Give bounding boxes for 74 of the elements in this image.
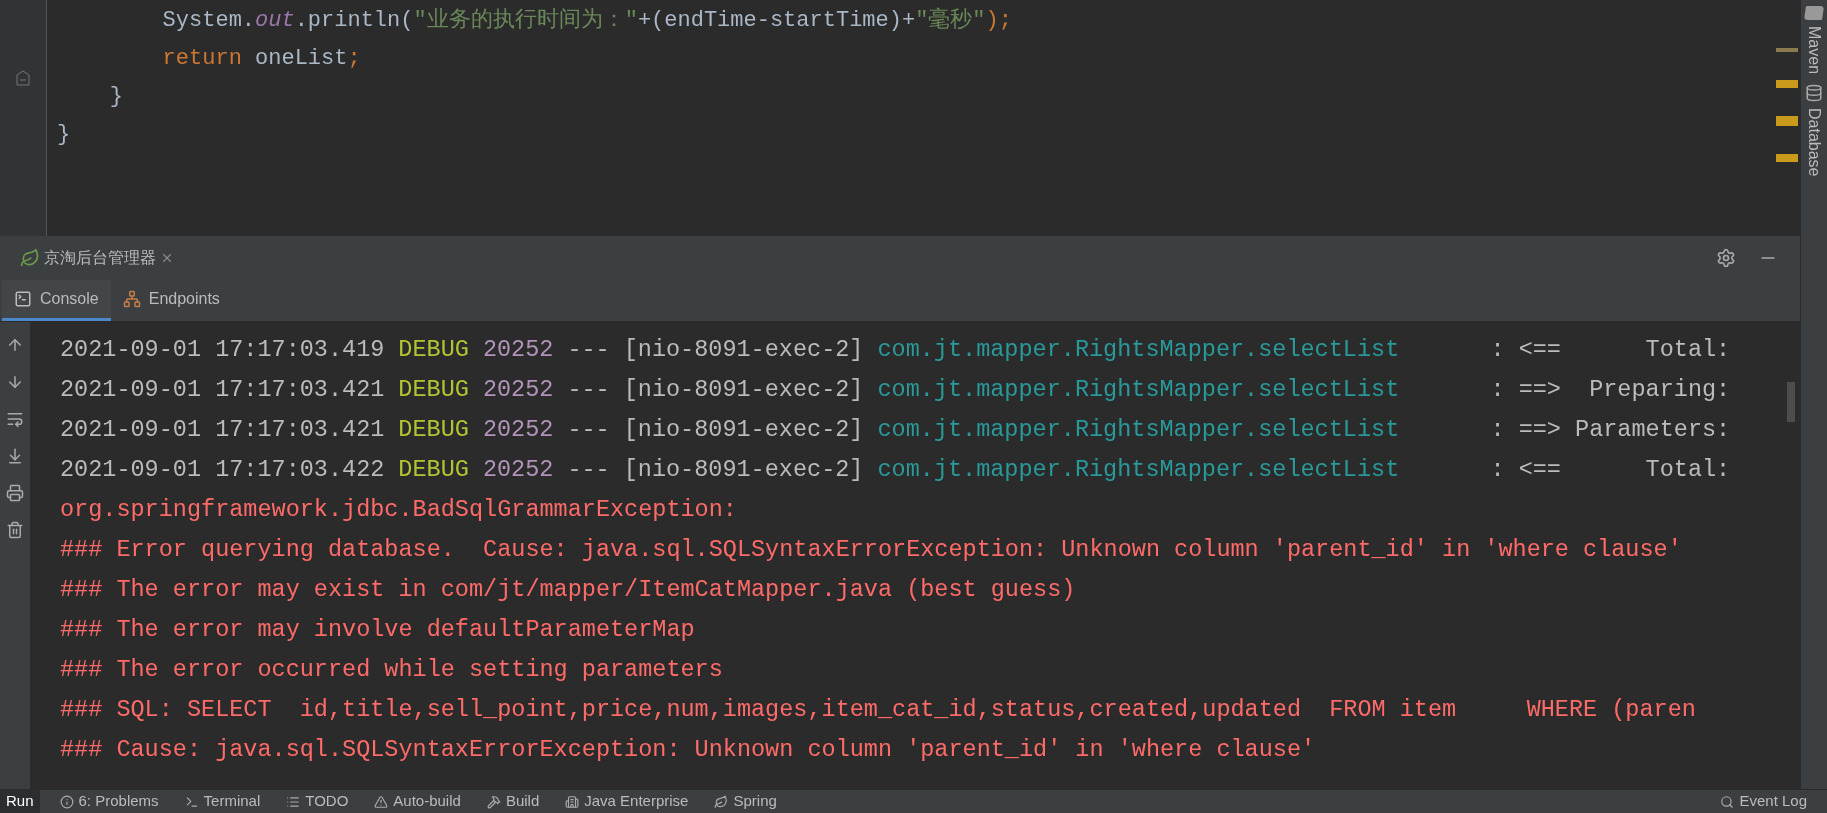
- log-logger: com.jt.mapper.RightsMapper.selectList: [877, 415, 1401, 445]
- tool-window-tab[interactable]: Auto-build: [368, 790, 467, 813]
- log-thread: [nio-8091-exec-2]: [623, 375, 864, 405]
- soft-wrap-icon[interactable]: [6, 410, 24, 428]
- log-logger: com.jt.mapper.RightsMapper.selectList: [877, 455, 1401, 485]
- log-separator: ---: [567, 415, 610, 445]
- tool-window-tab[interactable]: Run: [0, 790, 40, 813]
- console-tab[interactable]: Endpoints: [110, 280, 232, 321]
- scrollbar-thumb[interactable]: [1787, 382, 1795, 422]
- code-line: }: [57, 121, 71, 149]
- tool-window-tab[interactable]: Java Enterprise: [559, 790, 695, 813]
- log-timestamp: 2021-09-01 17:17:03.422: [60, 455, 385, 485]
- database-icon: [1805, 84, 1823, 103]
- log-separator: ---: [567, 375, 610, 405]
- fold-marker-icon[interactable]: [16, 70, 30, 86]
- log-pid: 20252: [482, 375, 554, 405]
- log-pid: 20252: [482, 415, 554, 445]
- log-logger: com.jt.mapper.RightsMapper.selectList: [877, 335, 1401, 365]
- tool-icon: [374, 794, 389, 809]
- tool-window-button[interactable]: Database: [1802, 108, 1826, 177]
- log-timestamp: 2021-09-01 17:17:03.419: [60, 335, 385, 365]
- error-line: ### The error occurred while setting parameters: [60, 655, 723, 685]
- tool-icon: [714, 794, 729, 809]
- log-thread: [nio-8091-exec-2]: [623, 335, 864, 365]
- log-message: : <== Total:: [1490, 455, 1731, 485]
- error-line: ### Error querying database. Cause: java.sql.SQLSyntaxErrorException: Unknown column 'parent_id' in 'where clause': [60, 535, 1682, 565]
- print-icon[interactable]: [6, 484, 24, 502]
- error-line: org.springframework.jdbc.BadSqlGrammarException:: [60, 495, 737, 525]
- tool-icon: [184, 794, 199, 809]
- close-icon[interactable]: [160, 251, 174, 265]
- arrow-down-icon[interactable]: [6, 373, 24, 391]
- log-timestamp: 2021-09-01 17:17:03.421: [60, 415, 385, 445]
- leaf-icon: [20, 248, 40, 268]
- code-line: return oneList;: [161, 45, 361, 73]
- log-level: DEBUG: [398, 335, 469, 365]
- code-line: }: [108, 83, 123, 111]
- error-line: ### Cause: java.sql.SQLSyntaxErrorException: Unknown column 'parent_id' in 'where clause': [60, 735, 1316, 765]
- log-message: : <== Total:: [1490, 335, 1731, 365]
- tool-window-button[interactable]: Maven: [1802, 26, 1826, 75]
- error-line: ### SQL: SELECT id,title,sell_point,price,num,images,item_cat_id,status,created,updated FROM item WHERE (paren: [60, 695, 1696, 725]
- tool-window-tab[interactable]: Build: [480, 790, 546, 813]
- error-line: ### The error may exist in com/jt/mapper/ItemCatMapper.java (best guess): [60, 575, 1076, 605]
- log-message: : ==> Preparing:: [1490, 375, 1731, 405]
- settings-icon[interactable]: [1716, 248, 1736, 268]
- log-level: DEBUG: [398, 375, 469, 405]
- tool-icon: [565, 794, 580, 809]
- log-level: DEBUG: [398, 415, 469, 445]
- log-pid: 20252: [482, 455, 554, 485]
- log-pid: 20252: [482, 335, 554, 365]
- log-thread: [nio-8091-exec-2]: [623, 455, 864, 485]
- log-separator: ---: [567, 455, 610, 485]
- endpoints-icon: [122, 290, 141, 308]
- log-level: DEBUG: [398, 455, 469, 485]
- tool-window-tab[interactable]: 6: Problems: [53, 790, 165, 813]
- trash-icon[interactable]: [6, 521, 24, 539]
- error-line: ### The error may involve defaultParameterMap: [60, 615, 695, 645]
- tool-icon: [59, 794, 74, 809]
- code-line: System.out.println("业务的执行时间为："+(endTime-startTime)+"毫秒");: [161, 6, 1012, 35]
- console-tab[interactable]: Console: [2, 280, 111, 321]
- log-thread: [nio-8091-exec-2]: [623, 415, 864, 445]
- tool-window-tab[interactable]: Event Log: [1714, 790, 1813, 813]
- log-timestamp: 2021-09-01 17:17:03.421: [60, 375, 385, 405]
- log-separator: ---: [567, 335, 610, 365]
- log-logger: com.jt.mapper.RightsMapper.selectList: [877, 375, 1401, 405]
- scroll-to-end-icon[interactable]: [6, 447, 24, 465]
- tool-window-tab[interactable]: Terminal: [178, 790, 267, 813]
- run-tab-title[interactable]: 京淘后台管理器: [44, 246, 156, 270]
- tool-icon: [1720, 794, 1735, 809]
- tool-window-tab[interactable]: Spring: [708, 790, 783, 813]
- log-message: : ==> Parameters:: [1490, 415, 1731, 445]
- console-icon: [14, 290, 32, 308]
- tool-icon: [286, 794, 301, 809]
- tool-icon: [486, 794, 501, 809]
- tool-window-tab[interactable]: TODO: [280, 790, 355, 813]
